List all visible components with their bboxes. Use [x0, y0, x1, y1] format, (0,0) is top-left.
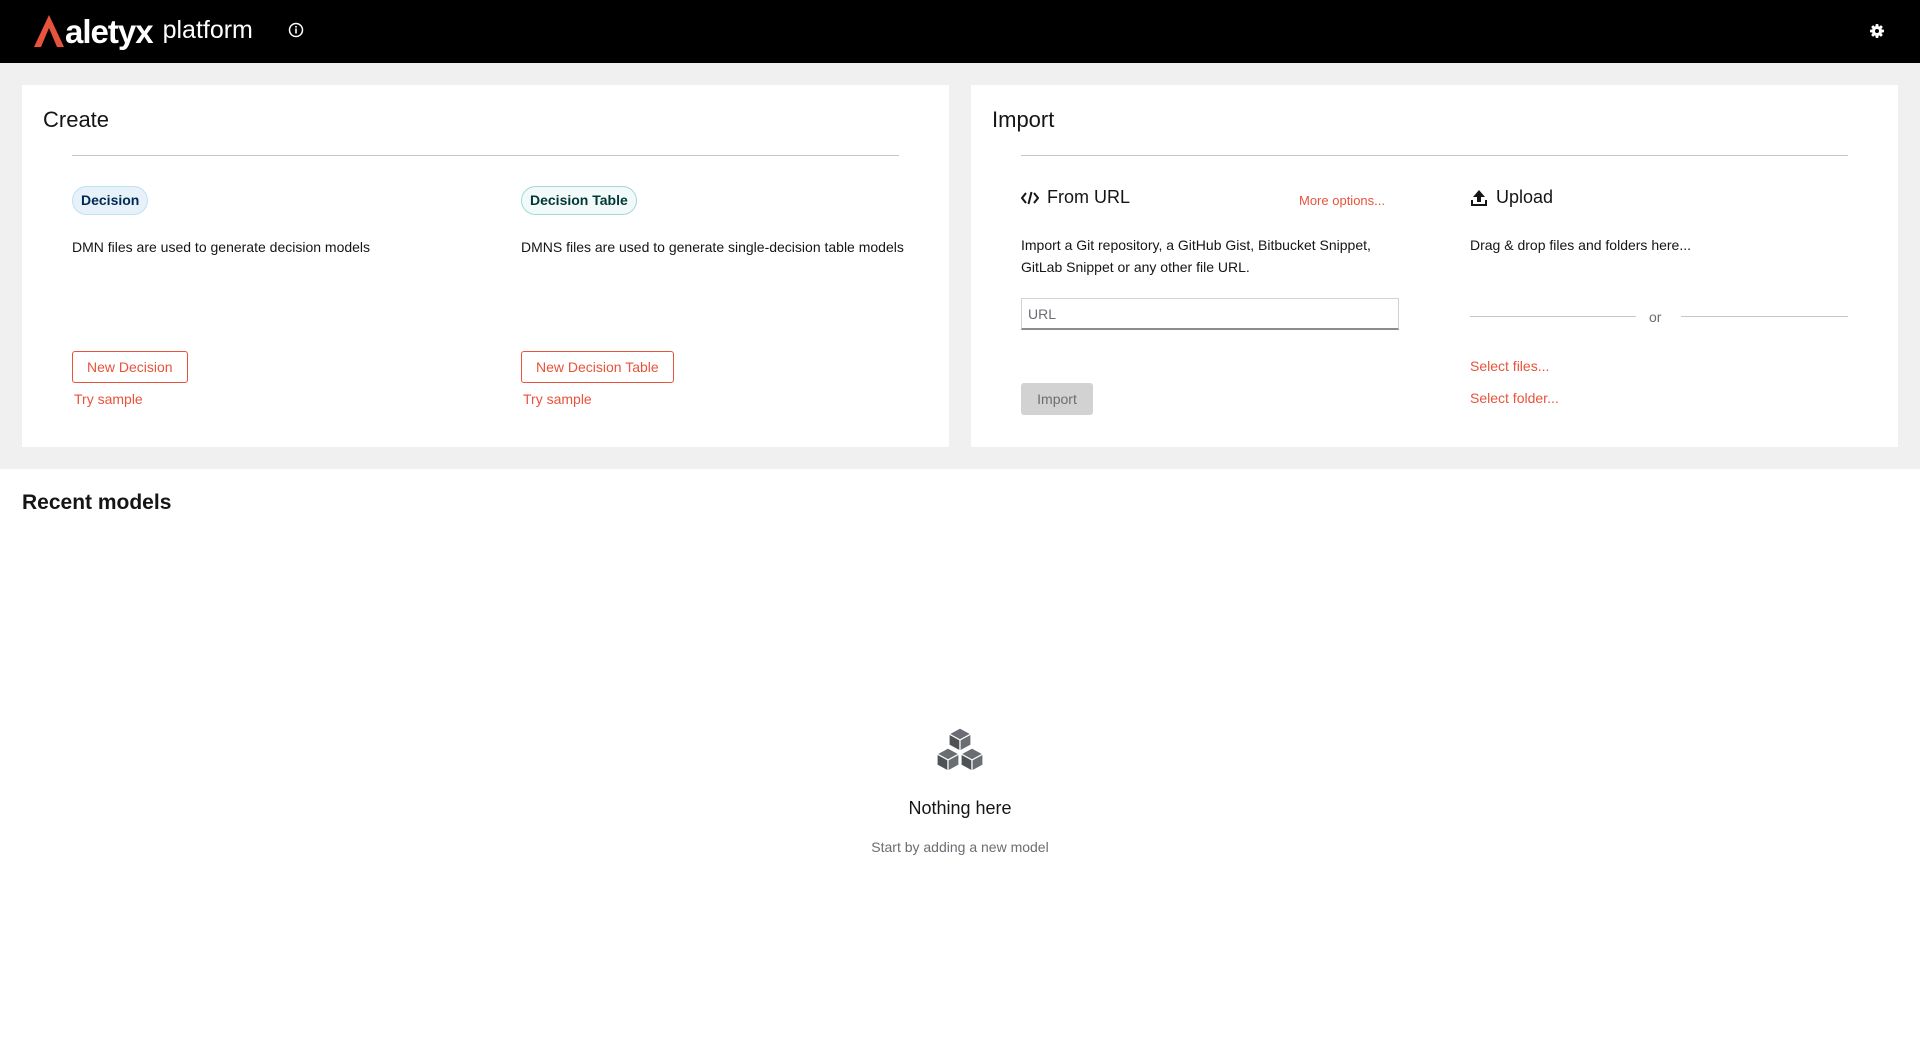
import-button[interactable]: Import — [1021, 383, 1093, 415]
decision-label: Decision — [72, 186, 149, 215]
recent-models-title: Recent models — [22, 491, 172, 514]
import-divider — [1021, 155, 1848, 156]
gear-icon[interactable] — [1867, 21, 1887, 41]
brand-product: platform — [162, 15, 253, 44]
empty-state-body: Start by adding a new model — [871, 839, 1049, 855]
info-circle-icon[interactable] — [287, 21, 305, 39]
decision-description: DMN files are used to generate decision … — [72, 239, 371, 255]
select-files-link[interactable]: Select files... — [1470, 358, 1549, 374]
cubes-icon — [936, 727, 984, 772]
upload-heading: Upload — [1470, 187, 1553, 208]
import-card: Import From URL More options... Import a… — [971, 85, 1898, 447]
upload-heading-text: Upload — [1496, 187, 1554, 207]
create-card: Create Decision DMN files are used to ge… — [22, 85, 949, 447]
from-url-heading: From URL — [1021, 187, 1130, 208]
from-url-description: Import a Git repository, a GitHub Gist, … — [1021, 237, 1371, 275]
decision-try-sample-link[interactable]: Try sample — [74, 391, 143, 407]
empty-state-title: Nothing here — [908, 798, 1012, 818]
brand[interactable]: aletyx platform — [34, 14, 253, 48]
new-decision-button[interactable]: New Decision — [72, 351, 188, 383]
or-divider-right — [1681, 316, 1848, 317]
or-divider-left — [1470, 316, 1636, 317]
code-icon — [1021, 191, 1039, 204]
decision-table-try-sample-link[interactable]: Try sample — [523, 391, 592, 407]
upload-icon — [1471, 189, 1487, 206]
decision-table-label: Decision Table — [521, 186, 637, 215]
upload-description: Drag & drop files and folders here... — [1470, 237, 1692, 253]
new-decision-table-button[interactable]: New Decision Table — [521, 351, 674, 383]
create-divider — [72, 155, 899, 156]
masthead: aletyx platform — [0, 0, 1920, 63]
aletyx-logo-icon — [34, 15, 64, 47]
brand-name: aletyx — [65, 12, 154, 50]
import-title: Import — [992, 107, 1055, 132]
more-options-link[interactable]: More options... — [1299, 193, 1385, 208]
create-title: Create — [43, 107, 110, 132]
decision-table-description: DMNS files are used to generate single-d… — [521, 239, 904, 255]
or-text: or — [1649, 309, 1662, 325]
from-url-heading-text: From URL — [1047, 187, 1131, 207]
select-folder-link[interactable]: Select folder... — [1470, 390, 1559, 406]
url-input[interactable] — [1021, 298, 1399, 330]
